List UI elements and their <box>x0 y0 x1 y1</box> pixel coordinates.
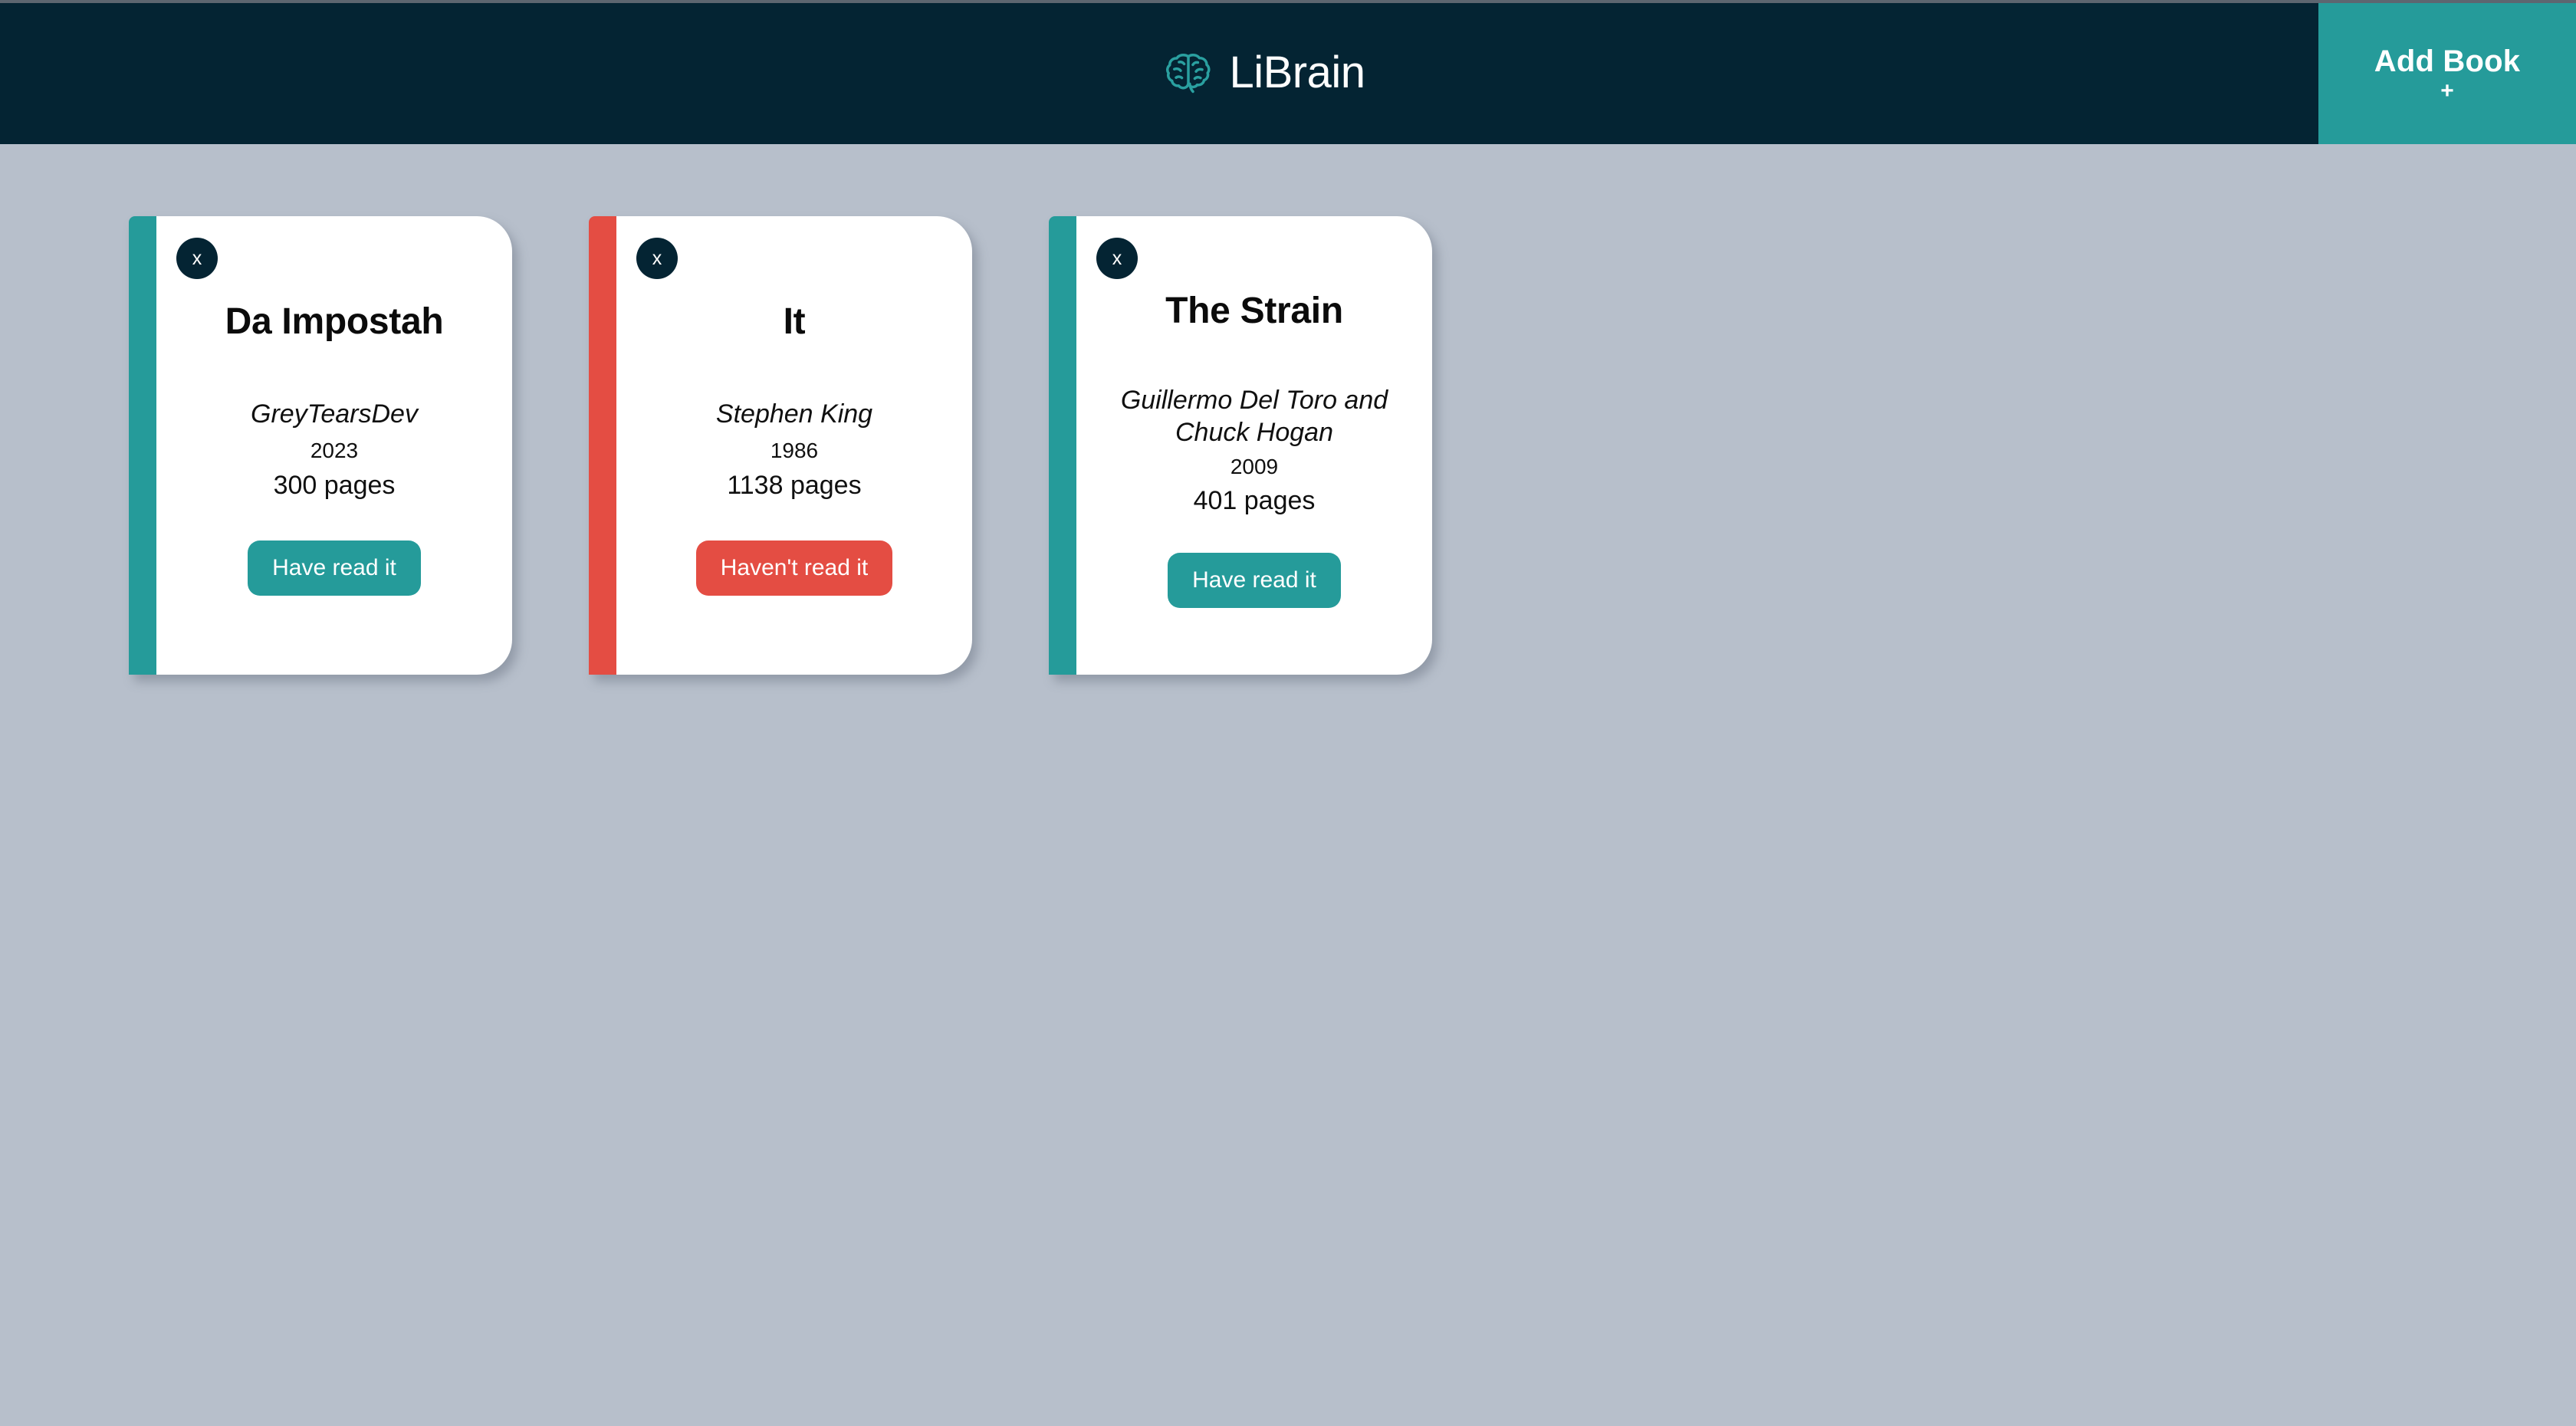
book-spine <box>129 216 156 675</box>
book-card-body: x Da Impostah GreyTearsDev 2023 300 page… <box>156 216 512 675</box>
book-list: x Da Impostah GreyTearsDev 2023 300 page… <box>129 216 1432 675</box>
book-title: Da Impostah <box>225 301 444 342</box>
book-card[interactable]: x Da Impostah GreyTearsDev 2023 300 page… <box>129 216 512 675</box>
close-icon[interactable]: x <box>1096 238 1138 279</box>
add-book-button[interactable]: Add Book + <box>2318 3 2576 144</box>
book-pages: 401 pages <box>1193 485 1316 515</box>
book-author: Stephen King <box>715 399 873 429</box>
app-header: LiBrain <box>0 0 2576 144</box>
book-title: The Strain <box>1165 291 1343 331</box>
book-card[interactable]: x The Strain Guillermo Del Toro and Chuc… <box>1049 216 1432 675</box>
read-status-button[interactable]: Have read it <box>1168 552 1341 608</box>
book-year: 2009 <box>1230 455 1279 479</box>
book-pages: 300 pages <box>273 471 396 501</box>
book-title: It <box>783 301 806 342</box>
read-status-button[interactable]: Have read it <box>248 540 421 596</box>
read-status-button[interactable]: Haven't read it <box>695 540 893 596</box>
book-year: 1986 <box>770 438 819 462</box>
book-year: 2023 <box>310 438 359 462</box>
book-details: The Strain Guillermo Del Toro and Chuck … <box>1096 216 1412 608</box>
brand: LiBrain <box>1165 47 1365 98</box>
book-spine <box>589 216 616 675</box>
viewport-top-strip <box>0 0 2576 3</box>
book-author: GreyTearsDev <box>251 399 418 429</box>
book-pages: 1138 pages <box>727 471 862 501</box>
brain-icon <box>1165 48 1212 96</box>
close-icon[interactable]: x <box>176 238 218 279</box>
book-details: Da Impostah GreyTearsDev 2023 300 pages … <box>176 216 492 596</box>
add-book-label: Add Book <box>2374 44 2521 78</box>
book-details: It Stephen King 1986 1138 pages Haven't … <box>636 216 952 596</box>
book-author: Guillermo Del Toro and Chuck Hogan <box>1120 386 1388 447</box>
book-card-body: x It Stephen King 1986 1138 pages Haven'… <box>616 216 972 675</box>
book-spine <box>1049 216 1076 675</box>
book-card[interactable]: x It Stephen King 1986 1138 pages Haven'… <box>589 216 972 675</box>
close-icon[interactable]: x <box>636 238 678 279</box>
plus-icon: + <box>2440 78 2454 104</box>
brand-name: LiBrain <box>1229 47 1365 97</box>
book-card-body: x The Strain Guillermo Del Toro and Chuc… <box>1076 216 1432 675</box>
